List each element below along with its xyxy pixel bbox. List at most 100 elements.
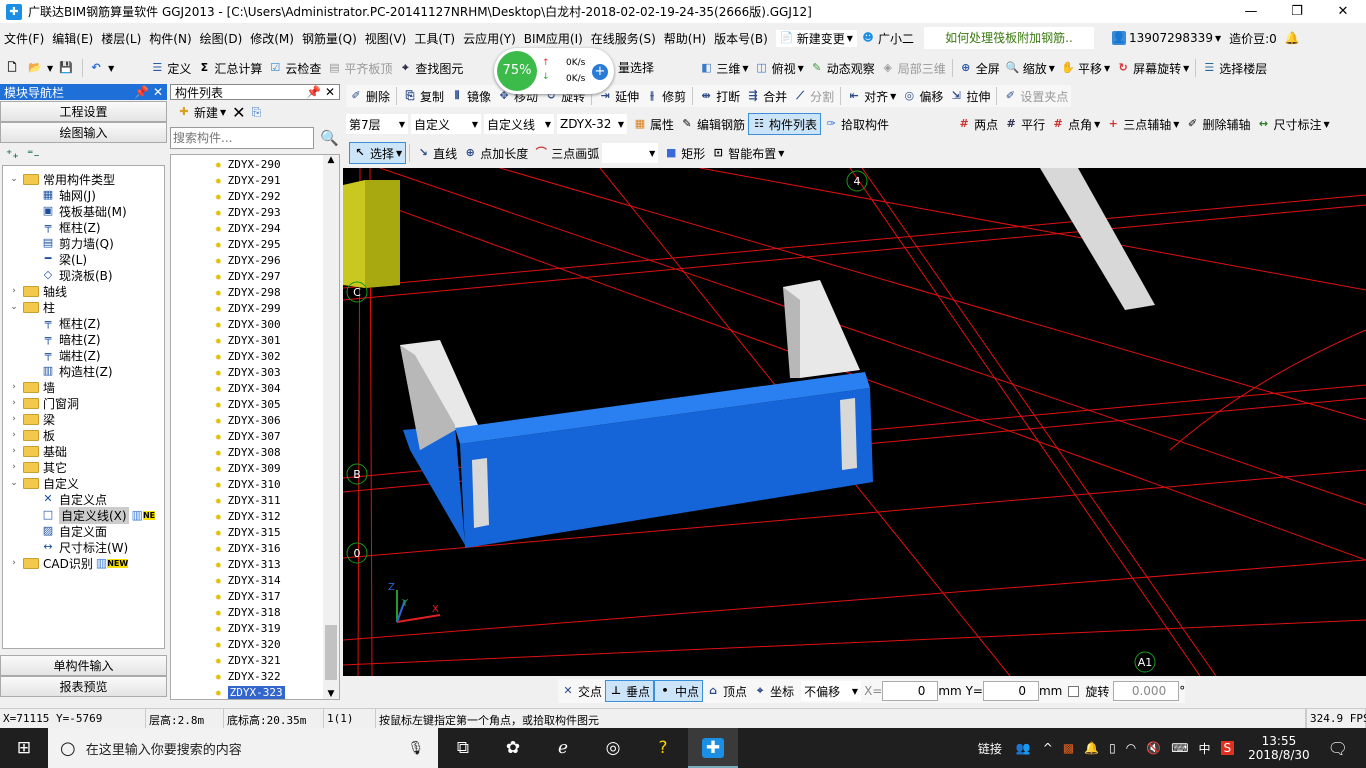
dynamic-view-button[interactable]: ✎ 动态观察 bbox=[807, 57, 878, 79]
vertex-snap-button[interactable]: ⌂ 顶点 bbox=[703, 680, 750, 702]
chevron-right-icon[interactable]: › bbox=[9, 286, 19, 296]
offset-select[interactable]: 不偏移 ▼ bbox=[801, 681, 862, 701]
3d-button[interactable]: ◧ 三维 ▼ bbox=[696, 57, 751, 79]
list-item[interactable]: ✹ ZDYX-291 bbox=[171, 172, 339, 188]
point-angle-button[interactable]: # 点角 ▼ bbox=[1048, 113, 1103, 135]
pin-icon[interactable]: 📌 bbox=[134, 85, 149, 99]
chevron-down-icon[interactable]: ⌄ bbox=[9, 174, 19, 184]
tree-item[interactable]: ▤ 剪力墙(Q) bbox=[3, 235, 164, 251]
list-item[interactable]: ✹ ZDYX-317 bbox=[171, 588, 339, 604]
coord-snap-button[interactable]: ⌖ 坐标 bbox=[750, 680, 797, 702]
edit-tool-button[interactable]: ⇲ 拉伸 bbox=[946, 85, 993, 107]
list-item[interactable]: ✹ ZDYX-305 bbox=[171, 396, 339, 412]
save-button[interactable]: 💾 bbox=[56, 57, 79, 79]
tree-item[interactable]: ▣ 筏板基础(M) bbox=[3, 203, 164, 219]
parallel-axis-button[interactable]: # 平行 bbox=[1001, 113, 1048, 135]
delete-component-button[interactable]: ✕ bbox=[229, 101, 248, 123]
list-item[interactable]: ✹ ZDYX-320 bbox=[171, 636, 339, 652]
select-floor-button[interactable]: ☰ 选择楼层 bbox=[1199, 57, 1270, 79]
list-item[interactable]: ✹ ZDYX-306 bbox=[171, 412, 339, 428]
list-item[interactable]: ✹ ZDYX-321 bbox=[171, 652, 339, 668]
tree-item[interactable]: ▥ 构造柱(Z) bbox=[3, 363, 164, 379]
select-button[interactable]: ↖ 选择 ▼ bbox=[349, 142, 407, 164]
3d-viewport[interactable]: 4 C B 0 A1 Z Y X bbox=[343, 168, 1366, 676]
list-item[interactable]: ✹ ZDYX-309 bbox=[171, 460, 339, 476]
close-panel-icon[interactable]: ✕ bbox=[325, 85, 335, 99]
list-item[interactable]: ✹ ZDYX-319 bbox=[171, 620, 339, 636]
line-button[interactable]: ↘ 直线 bbox=[413, 142, 460, 164]
new-component-button[interactable]: ✚ 新建 ▼ bbox=[174, 101, 229, 123]
maximize-button[interactable]: ❐ bbox=[1274, 0, 1320, 23]
account-button[interactable]: 👤 13907298339 ▼ bbox=[1108, 31, 1225, 45]
chevron-right-icon[interactable]: › bbox=[9, 430, 19, 440]
edit-tool-button[interactable]: ⇤ 对齐 ▼ bbox=[844, 85, 899, 107]
tree-item[interactable]: › 门窗洞 bbox=[3, 395, 164, 411]
menu-item[interactable]: 云应用(Y) bbox=[459, 30, 520, 47]
fan-app-icon[interactable]: ✿ bbox=[488, 728, 538, 768]
list-item[interactable]: ✹ ZDYX-308 bbox=[171, 444, 339, 460]
tree-item[interactable]: ╤ 暗柱(Z) bbox=[3, 331, 164, 347]
ie-icon[interactable]: ℯ bbox=[538, 728, 588, 768]
clock[interactable]: 13:55 2018/8/30 bbox=[1248, 734, 1310, 762]
edit-tool-button[interactable]: ⇶ 合并 bbox=[743, 85, 790, 107]
fullscreen-button[interactable]: ⊕ 全屏 bbox=[956, 57, 1003, 79]
close-panel-icon[interactable]: ✕ bbox=[153, 85, 163, 99]
tree-item[interactable]: › CAD识别 ▥ NEW bbox=[3, 555, 164, 571]
tree-item[interactable]: › 墙 bbox=[3, 379, 164, 395]
menu-item[interactable]: 修改(M) bbox=[246, 30, 298, 47]
list-item[interactable]: ✹ ZDYX-295 bbox=[171, 236, 339, 252]
list-item[interactable]: ✹ ZDYX-307 bbox=[171, 428, 339, 444]
edit-tool-button[interactable]: ◎ 偏移 bbox=[899, 85, 946, 107]
pan-button[interactable]: ✋ 平移 ▼ bbox=[1058, 57, 1113, 79]
tree-item[interactable]: ╤ 框柱(Z) bbox=[3, 315, 164, 331]
midpoint-snap-button[interactable]: • 中点 bbox=[654, 680, 704, 702]
list-item[interactable]: ✹ ZDYX-314 bbox=[171, 572, 339, 588]
drawing-input-button[interactable]: 绘图输入 bbox=[0, 122, 167, 143]
list-item[interactable]: ✹ ZDYX-298 bbox=[171, 284, 339, 300]
edit-tool-button[interactable]: ⎘ 复制 bbox=[400, 85, 447, 107]
chevron-right-icon[interactable]: › bbox=[9, 462, 19, 472]
tray-expand-icon[interactable]: ^ bbox=[1043, 741, 1053, 755]
tree-item[interactable]: ▨ 自定义面 bbox=[3, 523, 164, 539]
list-item[interactable]: ✹ ZDYX-292 bbox=[171, 188, 339, 204]
chevron-right-icon[interactable]: › bbox=[9, 414, 19, 424]
tip-link[interactable]: 如何处理筏板附加钢筋.. bbox=[923, 27, 1094, 49]
local-3d-button[interactable]: ◈ 局部三维 bbox=[878, 57, 949, 79]
tree-item[interactable]: ▦ 轴网(J) bbox=[3, 187, 164, 203]
tree-item[interactable]: › 基础 bbox=[3, 443, 164, 459]
tree-item[interactable]: › 梁 bbox=[3, 411, 164, 427]
edit-tool-button[interactable]: ⫲ 修剪 bbox=[642, 85, 689, 107]
menu-item[interactable]: BIM应用(I) bbox=[520, 30, 587, 47]
list-item[interactable]: ✹ ZDYX-296 bbox=[171, 252, 339, 268]
tree-item[interactable]: › 其它 bbox=[3, 459, 164, 475]
help-app-icon[interactable]: ? bbox=[638, 728, 688, 768]
list-item[interactable]: ✹ ZDYX-322 bbox=[171, 668, 339, 684]
chevron-right-icon[interactable]: › bbox=[9, 382, 19, 392]
ime-indicator[interactable]: 中 bbox=[1199, 740, 1211, 757]
menu-item[interactable]: 文件(F) bbox=[0, 30, 48, 47]
taskbar-search[interactable]: ○ 在这里输入你要搜索的内容 🎙 bbox=[48, 728, 438, 768]
tree-item[interactable]: ◇ 现浇板(B) bbox=[3, 267, 164, 283]
list-item[interactable]: ✹ ZDYX-294 bbox=[171, 220, 339, 236]
list-item[interactable]: ✹ ZDYX-290 bbox=[171, 156, 339, 172]
copy-component-button[interactable]: ⎘ bbox=[249, 101, 265, 123]
point-length-button[interactable]: ⊕ 点加长度 bbox=[460, 142, 531, 164]
list-item[interactable]: ✹ ZDYX-311 bbox=[171, 492, 339, 508]
component-select[interactable]: ZDYX-32 ▼ bbox=[557, 114, 627, 134]
menu-item[interactable]: 钢筋量(Q) bbox=[298, 30, 361, 47]
tree-item[interactable]: ╤ 框柱(Z) bbox=[3, 219, 164, 235]
dimension-button[interactable]: ↔ 尺寸标注 ▼ bbox=[1253, 113, 1332, 135]
new-change-button[interactable]: 📄 新建变更 ▼ bbox=[775, 29, 857, 47]
menu-item[interactable]: 编辑(E) bbox=[48, 30, 97, 47]
intersect-snap-button[interactable]: ✕ 交点 bbox=[558, 680, 605, 702]
three-point-axis-button[interactable]: + 三点辅轴 ▼ bbox=[1103, 113, 1182, 135]
pin-icon[interactable]: 📌 bbox=[306, 85, 321, 99]
find-button[interactable]: ⌖ 查找图元 bbox=[395, 57, 466, 79]
menu-item[interactable]: 绘图(D) bbox=[196, 30, 247, 47]
people-icon[interactable]: 👥 bbox=[1016, 741, 1031, 755]
sum-calc-button[interactable]: Σ 汇总计算 bbox=[194, 57, 265, 79]
list-item[interactable]: ✹ ZDYX-299 bbox=[171, 300, 339, 316]
report-preview-button[interactable]: 报表预览 bbox=[0, 676, 167, 697]
type-select[interactable]: 自定义 ▼ bbox=[411, 114, 481, 134]
tree-item[interactable]: › 轴线 bbox=[3, 283, 164, 299]
